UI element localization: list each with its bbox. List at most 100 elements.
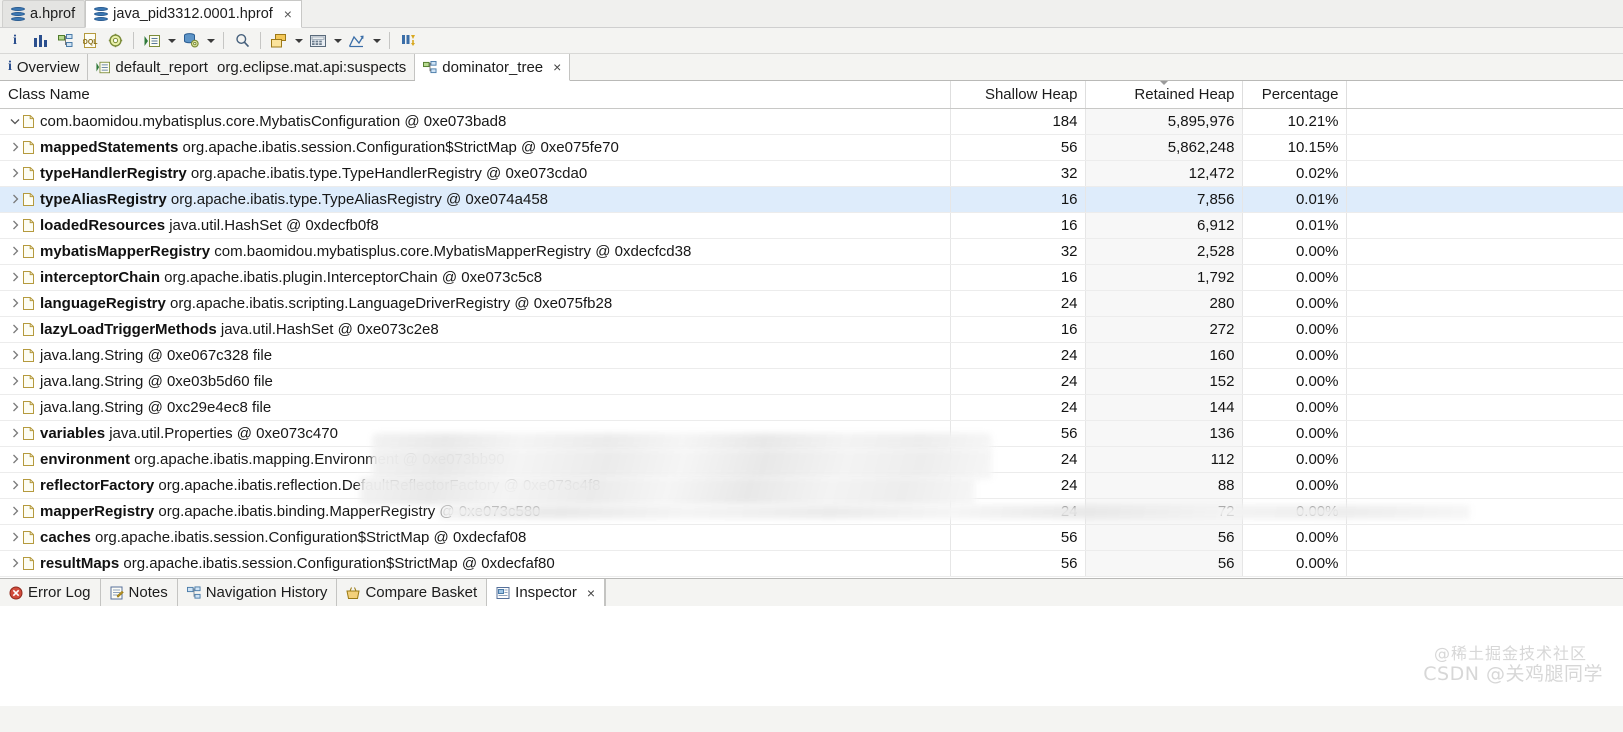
table-row[interactable]: reflectorFactory org.apache.ibatis.refle…: [0, 472, 1623, 499]
table-row[interactable]: java.lang.String @ 0xc29e4ec8 file 24 144 0…: [0, 394, 1623, 421]
export-dropdown[interactable]: [370, 30, 383, 52]
dominator-tree-table[interactable]: Class Name Shallow Heap Retained Heap Pe…: [0, 81, 1623, 578]
query-browser-dropdown[interactable]: [204, 30, 217, 52]
close-icon[interactable]: ×: [284, 6, 292, 22]
editor-tab-java-pid3312[interactable]: java_pid3312.0001.hprof ×: [85, 0, 302, 28]
cell-retained-heap: 144: [1085, 394, 1243, 421]
cell-filler: [1346, 472, 1623, 499]
bottom-tab-navigation-history[interactable]: Navigation History: [178, 579, 338, 606]
cell-class-name: com.baomidou.mybatisplus.core.MybatisCon…: [0, 108, 951, 135]
view-tab-label: Overview: [16, 58, 80, 76]
java-object-icon: [23, 426, 34, 440]
close-icon[interactable]: ×: [587, 585, 595, 601]
table-row[interactable]: typeAliasRegistry org.apache.ibatis.type…: [0, 186, 1623, 213]
run-expert-system-test-dropdown[interactable]: [165, 30, 178, 52]
expand-toggle-closed[interactable]: [7, 376, 23, 386]
expand-toggle-closed[interactable]: [7, 298, 23, 308]
eclipse-mat-window: a.hprof java_pid3312.0001.hprof × i OQL …: [0, 0, 1623, 732]
collapse-all-button[interactable]: [396, 30, 420, 52]
expand-toggle-closed[interactable]: [7, 324, 23, 334]
expand-toggle-closed[interactable]: [7, 272, 23, 282]
chevron-down-icon: [333, 38, 342, 43]
leak-suspects-button[interactable]: [103, 30, 127, 52]
view-tab-dominator-tree[interactable]: dominator_tree ×: [415, 54, 571, 81]
table-row[interactable]: variables java.util.Properties @ 0xe073c…: [0, 420, 1623, 447]
view-tab-overview[interactable]: i Overview: [0, 54, 89, 80]
cell-shallow-heap: 24: [950, 472, 1086, 499]
expand-toggle-closed[interactable]: [7, 246, 23, 256]
cell-retained-heap: 112: [1085, 446, 1243, 473]
expand-toggle-closed[interactable]: [7, 480, 23, 490]
overview-info-button[interactable]: i: [3, 30, 27, 52]
cell-class-name: java.lang.String @ 0xe03b5d60 file: [0, 368, 951, 395]
chevron-down-icon: [294, 38, 303, 43]
expand-toggle-closed[interactable]: [7, 194, 23, 204]
expand-toggle-closed[interactable]: [7, 532, 23, 542]
table-row[interactable]: lazyLoadTriggerMethods java.util.HashSet…: [0, 316, 1623, 343]
view-tab-label: default_report: [115, 58, 208, 76]
cell-percentage: 0.00%: [1242, 498, 1347, 525]
editor-tab-a-hprof[interactable]: a.hprof: [2, 0, 86, 27]
dominator-tree-button[interactable]: [53, 30, 77, 52]
find-button[interactable]: [230, 30, 254, 52]
cell-class-name: languageRegistry org.apache.ibatis.scrip…: [0, 290, 951, 317]
column-header-percentage[interactable]: Percentage: [1242, 81, 1347, 109]
chevron-right-icon: [12, 194, 18, 204]
table-row[interactable]: mybatisMapperRegistry com.baomidou.mybat…: [0, 238, 1623, 265]
table-row[interactable]: mappedStatements org.apache.ibatis.sessi…: [0, 134, 1623, 161]
table-row[interactable]: languageRegistry org.apache.ibatis.scrip…: [0, 290, 1623, 317]
table-row[interactable]: interceptorChain org.apache.ibatis.plugi…: [0, 264, 1623, 291]
class-name-text: reflectorFactory org.apache.ibatis.refle…: [40, 476, 601, 494]
class-name-text: com.baomidou.mybatisplus.core.MybatisCon…: [40, 112, 507, 130]
run-expert-system-test-button[interactable]: [140, 30, 164, 52]
table-row[interactable]: typeHandlerRegistry org.apache.ibatis.ty…: [0, 160, 1623, 187]
group-by-button[interactable]: [267, 30, 291, 52]
cell-retained-heap: 2,528: [1085, 238, 1243, 265]
table-row[interactable]: loadedResources java.util.HashSet @ 0xde…: [0, 212, 1623, 239]
bottom-tab-notes[interactable]: Notes: [101, 579, 178, 606]
histogram-button[interactable]: [28, 30, 52, 52]
class-name-text: resultMaps org.apache.ibatis.session.Con…: [40, 554, 555, 572]
table-row[interactable]: caches org.apache.ibatis.session.Configu…: [0, 524, 1623, 551]
expand-toggle-closed[interactable]: [7, 402, 23, 412]
compare-basket-icon: [346, 586, 361, 599]
run-report-icon: [144, 34, 160, 47]
cell-shallow-heap: 56: [950, 134, 1086, 161]
group-by-dropdown[interactable]: [292, 30, 305, 52]
bottom-tab-inspector[interactable]: Inspector ×: [487, 579, 606, 606]
expand-toggle-open[interactable]: [7, 117, 23, 126]
column-header-filler: [1346, 81, 1623, 109]
bottom-tab-compare-basket[interactable]: Compare Basket: [337, 579, 488, 606]
table-row[interactable]: java.lang.String @ 0xe067c328 file 24 160 0…: [0, 342, 1623, 369]
cell-class-name: reflectorFactory org.apache.ibatis.refle…: [0, 472, 951, 499]
bottom-view-tab-bar: Error Log Notes Navigation History Compa…: [0, 578, 1623, 606]
bottom-tab-error-log[interactable]: Error Log: [0, 579, 101, 606]
table-row[interactable]: com.baomidou.mybatisplus.core.MybatisCon…: [0, 108, 1623, 135]
bottom-tab-label: Notes: [128, 584, 168, 601]
expand-toggle-closed[interactable]: [7, 428, 23, 438]
cell-percentage: 0.00%: [1242, 394, 1347, 421]
calculator-dropdown[interactable]: [331, 30, 344, 52]
expand-toggle-closed[interactable]: [7, 350, 23, 360]
expand-toggle-closed[interactable]: [7, 220, 23, 230]
java-object-icon: [23, 140, 34, 154]
expand-toggle-closed[interactable]: [7, 454, 23, 464]
table-row[interactable]: java.lang.String @ 0xe03b5d60 file 24 152 0…: [0, 368, 1623, 395]
expand-toggle-closed[interactable]: [7, 168, 23, 178]
export-button[interactable]: [345, 30, 369, 52]
table-row[interactable]: mapperRegistry org.apache.ibatis.binding…: [0, 498, 1623, 525]
column-header-class-name[interactable]: Class Name: [0, 81, 951, 109]
expand-toggle-closed[interactable]: [7, 506, 23, 516]
close-icon[interactable]: ×: [553, 59, 561, 75]
expand-toggle-closed[interactable]: [7, 142, 23, 152]
expand-toggle-closed[interactable]: [7, 558, 23, 568]
view-tab-default-report[interactable]: default_report org.eclipse.mat.api:suspe…: [88, 54, 416, 80]
column-header-shallow-heap[interactable]: Shallow Heap: [950, 81, 1086, 109]
calculator-button[interactable]: [306, 30, 330, 52]
table-row[interactable]: resultMaps org.apache.ibatis.session.Con…: [0, 550, 1623, 577]
oql-button[interactable]: OQL: [78, 30, 102, 52]
query-browser-button[interactable]: [179, 30, 203, 52]
oql-icon: OQL: [83, 33, 98, 48]
table-row[interactable]: environment org.apache.ibatis.mapping.En…: [0, 446, 1623, 473]
column-header-retained-heap[interactable]: Retained Heap: [1085, 81, 1243, 109]
